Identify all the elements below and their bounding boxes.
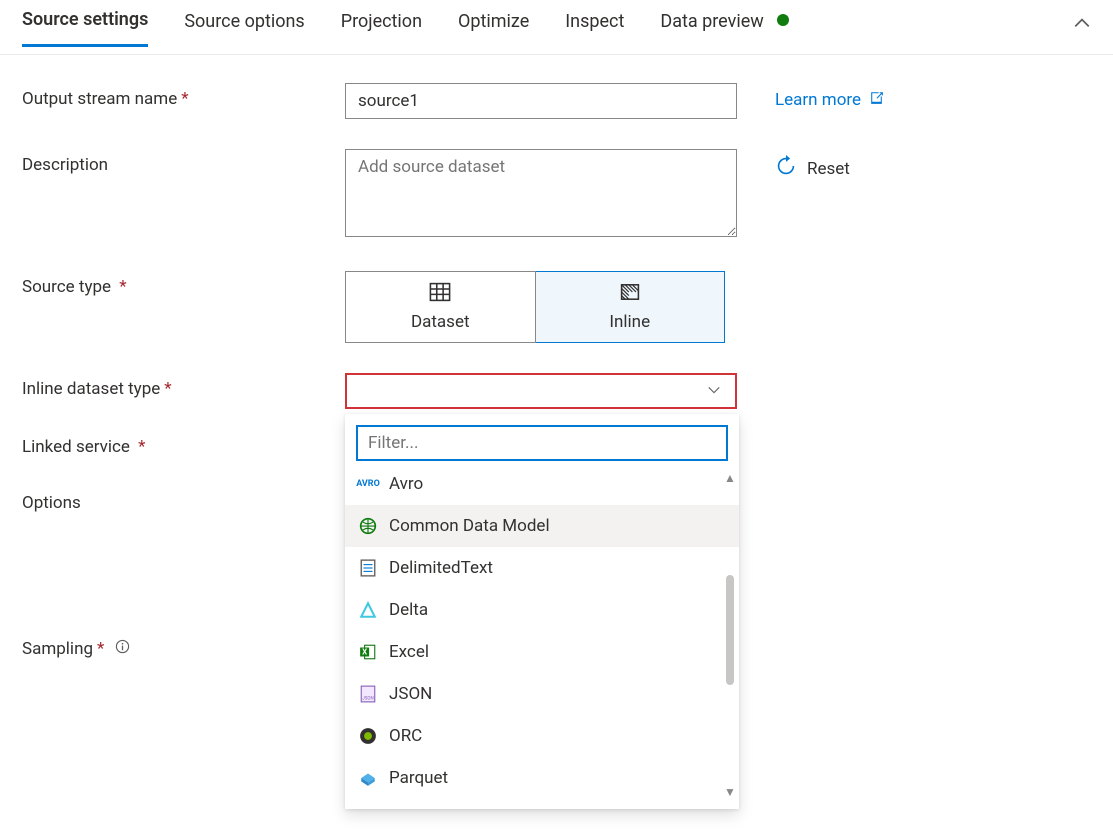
option-delimited[interactable]: DelimitedText <box>345 547 739 589</box>
option-label: Parquet <box>389 768 448 788</box>
option-list: AVRO Avro Common Data Model <box>345 461 739 809</box>
required-asterisk: * <box>181 89 188 109</box>
collapse-icon[interactable] <box>1073 14 1091 36</box>
option-label: Avro <box>389 474 423 494</box>
learn-more-link[interactable]: Learn more <box>775 89 885 111</box>
inline-icon <box>618 280 642 308</box>
tab-inspect[interactable]: Inspect <box>565 11 624 46</box>
required-asterisk: * <box>138 437 145 457</box>
toggle-label: Dataset <box>411 312 470 332</box>
option-label: Common Data Model <box>389 516 550 536</box>
toggle-inline[interactable]: Inline <box>536 271 726 343</box>
label-inline-dataset-type: Inline dataset type* <box>22 373 345 399</box>
tabbar: Source settings Source options Projectio… <box>0 0 1113 55</box>
scrollbar[interactable]: ▲ ▼ <box>723 471 737 799</box>
json-icon: JSON <box>359 685 377 703</box>
option-cdm[interactable]: Common Data Model <box>345 505 739 547</box>
tab-source-options[interactable]: Source options <box>184 11 304 46</box>
label-source-type: Source type * <box>22 271 345 297</box>
label-text: Linked service <box>22 437 130 457</box>
excel-icon: X <box>359 643 377 661</box>
scroll-thumb[interactable] <box>726 575 734 685</box>
option-parquet[interactable]: Parquet <box>345 757 739 799</box>
avro-icon: AVRO <box>359 475 377 493</box>
orc-icon <box>359 727 377 745</box>
row-inline-dataset-type: Inline dataset type* AVRO Avro <box>22 373 1091 409</box>
tab-source-settings[interactable]: Source settings <box>22 9 148 47</box>
reset-label: Reset <box>807 159 850 179</box>
label-options: Options <box>22 487 345 513</box>
filter-input[interactable] <box>356 425 728 461</box>
label-linked-service: Linked service * <box>22 431 345 457</box>
option-excel[interactable]: X Excel <box>345 631 739 673</box>
tab-projection[interactable]: Projection <box>341 11 422 46</box>
option-label: ORC <box>389 726 422 746</box>
option-orc[interactable]: ORC <box>345 715 739 757</box>
tab-label: Data preview <box>660 11 763 32</box>
link-text: Learn more <box>775 90 861 110</box>
output-stream-name-input[interactable] <box>345 83 737 119</box>
delta-icon <box>359 601 377 619</box>
label-text: Source type <box>22 277 111 297</box>
required-asterisk: * <box>97 639 104 659</box>
row-output-stream-name: Output stream name* Learn more <box>22 83 1091 119</box>
row-source-type: Source type * Dataset Inline <box>22 271 1091 343</box>
tab-data-preview[interactable]: Data preview <box>660 11 789 46</box>
label-text: Output stream name <box>22 89 177 109</box>
required-asterisk: * <box>164 379 171 399</box>
source-type-toggle: Dataset Inline <box>345 271 725 343</box>
label-description: Description <box>22 149 345 175</box>
cdm-icon <box>359 517 377 535</box>
status-dot-icon <box>777 14 789 26</box>
toggle-dataset[interactable]: Dataset <box>345 271 536 343</box>
table-icon <box>428 280 452 308</box>
description-input[interactable] <box>345 149 737 237</box>
form: Output stream name* Learn more Descripti… <box>0 55 1113 659</box>
reset-button[interactable]: Reset <box>775 155 850 182</box>
info-icon[interactable] <box>115 639 130 654</box>
scroll-down-icon[interactable]: ▼ <box>724 785 736 799</box>
chevron-down-icon <box>707 382 721 401</box>
option-label: Delta <box>389 600 428 620</box>
required-asterisk: * <box>119 277 126 297</box>
inline-dataset-type-dropdown[interactable] <box>345 373 737 409</box>
option-label: JSON <box>389 684 432 704</box>
option-label: DelimitedText <box>389 558 493 578</box>
external-link-icon <box>868 89 885 111</box>
row-description: Description Reset <box>22 149 1091 241</box>
tab-optimize[interactable]: Optimize <box>458 11 529 46</box>
toggle-label: Inline <box>609 312 650 332</box>
svg-text:X: X <box>362 647 367 656</box>
label-text: Inline dataset type <box>22 379 160 399</box>
scroll-up-icon[interactable]: ▲ <box>724 471 736 485</box>
label-sampling: Sampling* <box>22 633 345 659</box>
delimited-icon <box>359 559 377 577</box>
svg-text:JSON: JSON <box>362 696 373 702</box>
dropdown-flyout: AVRO Avro Common Data Model <box>345 414 739 809</box>
option-delta[interactable]: Delta <box>345 589 739 631</box>
option-label: Excel <box>389 642 429 662</box>
label-output-stream-name: Output stream name* <box>22 83 345 109</box>
parquet-icon <box>359 769 377 787</box>
option-json[interactable]: JSON JSON <box>345 673 739 715</box>
option-avro[interactable]: AVRO Avro <box>345 463 739 505</box>
label-text: Sampling <box>22 639 93 659</box>
reset-icon <box>775 155 797 182</box>
